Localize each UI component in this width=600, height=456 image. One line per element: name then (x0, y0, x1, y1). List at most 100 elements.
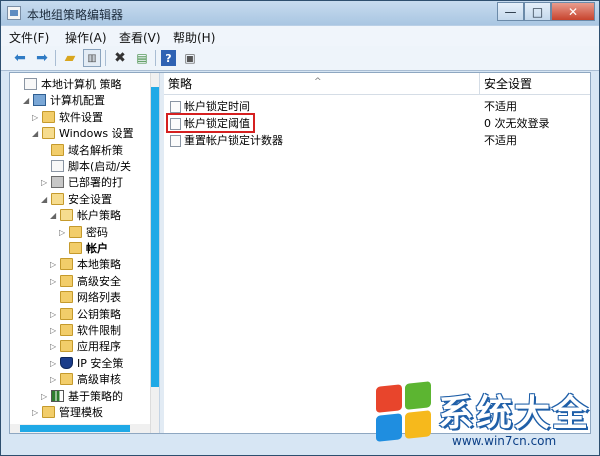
tree-item[interactable]: ◢ Windows 设置 (10, 125, 150, 142)
policy-setting: 0 次无效登录 (484, 117, 550, 130)
tree-hscroll-thumb[interactable] (20, 425, 130, 432)
tree-item[interactable]: ▷ 应用程序 (10, 338, 150, 355)
folder-icon (60, 324, 73, 336)
delete-icon[interactable]: ✖ (111, 49, 129, 67)
expand-arrow-icon[interactable]: ▷ (50, 256, 56, 273)
window-controls: — □ ✕ (497, 2, 595, 21)
properties-icon[interactable]: ▣ (181, 49, 199, 67)
menu-action[interactable]: 操作(A) (65, 29, 107, 46)
folder-icon (60, 258, 73, 271)
help-icon[interactable]: ? (161, 50, 176, 66)
folder-icon (69, 225, 82, 238)
folder-icon (51, 143, 64, 156)
expand-arrow-icon[interactable]: ▷ (41, 388, 47, 405)
tree-item[interactable]: ▷ 基于策略的 (10, 388, 150, 405)
tree-item-label: 高级安全 (77, 274, 121, 288)
expand-arrow-icon[interactable]: ▷ (50, 338, 56, 355)
doc-icon (51, 160, 64, 172)
expand-arrow-icon[interactable]: ▷ (50, 371, 56, 388)
menu-bar: 文件(F) 操作(A) 查看(V) 帮助(H) (1, 25, 599, 46)
tree-item[interactable]: ▷ 已部署的打 (10, 174, 150, 191)
tree-item-label: Windows 设置 (59, 127, 134, 141)
folder-icon (60, 373, 73, 386)
tree-item[interactable]: ▷ 软件限制 (10, 322, 150, 339)
computer-icon (33, 94, 46, 107)
collapse-arrow-icon[interactable]: ◢ (32, 125, 38, 142)
collapse-arrow-icon[interactable]: ◢ (23, 92, 29, 109)
folder-icon (42, 127, 55, 140)
shield-icon (60, 356, 73, 369)
doc-icon (24, 78, 37, 90)
tree-item[interactable]: 帐户 (10, 240, 150, 257)
chart-icon (51, 389, 64, 402)
expand-arrow-icon[interactable]: ▷ (50, 273, 56, 290)
tree-item-label: 安全设置 (68, 192, 112, 206)
tree-item-label: 管理模板 (59, 406, 103, 419)
tree-item[interactable]: 脚本(启动/关 (10, 158, 150, 175)
tree-scroll-thumb[interactable] (151, 87, 159, 387)
tree-item-label: 已部署的打 (68, 176, 123, 190)
column-header-setting[interactable]: 安全设置 (480, 73, 590, 95)
tree-item[interactable]: ▷ 高级安全 (10, 273, 150, 290)
expand-arrow-icon[interactable]: ▷ (41, 174, 47, 191)
export-list-icon[interactable]: ▤ (133, 49, 151, 67)
folder-icon (60, 291, 73, 304)
tree-item[interactable]: ▷ IP 安全策 (10, 355, 150, 372)
title-bar[interactable]: 本地组策略编辑器 — □ ✕ (1, 1, 599, 25)
close-button[interactable]: ✕ (551, 2, 595, 21)
tree-item-label: 基于策略的 (68, 389, 123, 403)
tree-item-label: 本地策略 (77, 258, 121, 272)
tree-item-label: 应用程序 (77, 340, 121, 354)
expand-arrow-icon[interactable]: ▷ (32, 109, 38, 126)
tree-item[interactable]: ▷ 密码 (10, 224, 150, 241)
folder-icon (42, 406, 55, 418)
policy-name: 重置帐户锁定计数器 (184, 134, 283, 147)
forward-icon[interactable]: ➡ (33, 49, 51, 67)
tree-item[interactable]: ▷ 软件设置 (10, 109, 150, 126)
maximize-button[interactable]: □ (524, 2, 551, 21)
app-icon (7, 6, 21, 20)
folder-icon (60, 340, 73, 353)
watermark-title: 系统大全 (438, 393, 591, 434)
tree-item[interactable]: 本地计算机 策略 (10, 76, 150, 93)
column-header-policy[interactable]: 策略 ^ (164, 73, 480, 95)
expand-arrow-icon[interactable]: ▷ (50, 355, 56, 372)
show-hide-tree-icon[interactable]: ▥ (83, 49, 101, 67)
tree-item[interactable]: ▷ 管理模板 (10, 404, 150, 421)
list-row[interactable]: 帐户锁定阈值 0 次无效登录 (164, 113, 590, 133)
up-folder-icon[interactable]: ▰ (61, 49, 79, 67)
flag-pane (405, 410, 431, 439)
policy-setting: 不适用 (484, 100, 517, 113)
expand-arrow-icon[interactable]: ▷ (50, 306, 56, 323)
tree-item-label: 软件设置 (59, 110, 103, 124)
menu-file[interactable]: 文件(F) (9, 29, 49, 46)
folder-icon (60, 307, 73, 320)
folder-icon (51, 192, 64, 205)
menu-help[interactable]: 帮助(H) (173, 29, 215, 46)
toolbar-separator (155, 50, 156, 66)
tree-item[interactable]: 网络列表 (10, 289, 150, 306)
list-row[interactable]: 重置帐户锁定计数器 不适用 (164, 133, 590, 149)
tree-item[interactable]: 域名解析策 (10, 142, 150, 159)
tree-item[interactable]: ▷ 高级审核 (10, 371, 150, 388)
expand-arrow-icon[interactable]: ▷ (59, 224, 65, 241)
collapse-arrow-icon[interactable]: ◢ (41, 191, 47, 208)
tree-item[interactable]: ▷ 公钥策略 (10, 306, 150, 323)
tree-item-label: 高级审核 (77, 373, 121, 387)
windows-logo-icon (376, 381, 432, 443)
collapse-arrow-icon[interactable]: ◢ (50, 207, 56, 224)
toolbar: ⬅ ➡ ▰ ▥ ✖ ▤ ? ▣ (1, 46, 599, 71)
tree-item-label: 网络列表 (77, 291, 121, 305)
tree-horizontal-scrollbar[interactable] (10, 424, 150, 433)
back-icon[interactable]: ⬅ (11, 49, 29, 67)
tree-item[interactable]: ◢ 安全设置 (10, 191, 150, 208)
tree-item[interactable]: ▷ 本地策略 (10, 256, 150, 273)
tree-item-label: 密码 (86, 225, 108, 239)
menu-view[interactable]: 查看(V) (119, 29, 161, 46)
minimize-button[interactable]: — (497, 2, 524, 21)
expand-arrow-icon[interactable]: ▷ (32, 404, 38, 421)
tree-item[interactable]: ◢ 计算机配置 (10, 92, 150, 109)
tree-item[interactable]: ◢ 帐户策略 (10, 207, 150, 224)
expand-arrow-icon[interactable]: ▷ (50, 322, 56, 339)
sort-up-icon: ^ (314, 77, 322, 87)
